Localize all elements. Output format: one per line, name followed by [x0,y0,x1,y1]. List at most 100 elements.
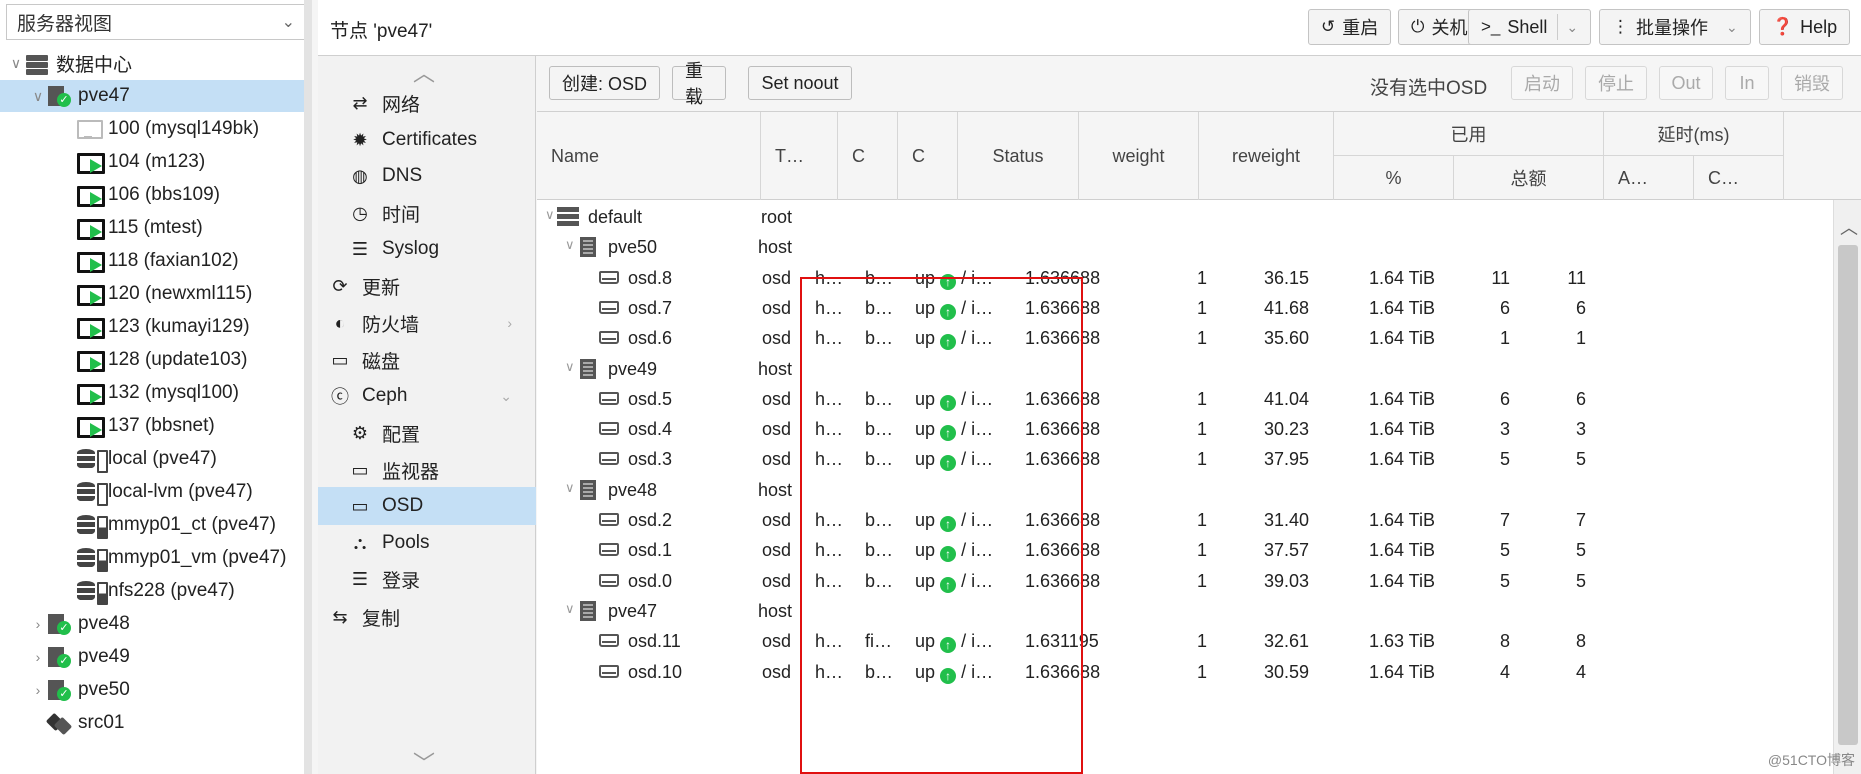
tree-item[interactable]: local (pve47) [0,443,304,475]
status-suffix: / i… [961,570,994,591]
expander-icon[interactable]: ∨ [565,601,575,617]
scroll-up-icon[interactable]: ︿ [1840,214,1858,240]
nav-item[interactable]: ⛬ Pools [318,524,536,562]
chevron-down-icon[interactable]: ⌄ [500,388,512,405]
col-header-used-pct[interactable]: % [1334,156,1454,200]
nav-item[interactable]: ◐ 防火墙 › [318,304,536,342]
out-button[interactable]: Out [1659,66,1713,100]
status-suffix: / i… [961,661,994,682]
row-class2: b… [865,661,894,682]
set-noout-button[interactable]: Set noout [748,66,852,100]
tree-item-label: nfs228 (pve47) [108,580,235,601]
view-selector[interactable]: 服务器视图 ⌄ [6,4,304,40]
table-row[interactable]: osd.10 osd h… b… up ↑ / i… 1.636688 1 30.59 1.64… [537,655,1833,691]
grid-scrollbar[interactable]: ︿ [1833,200,1861,774]
vm-running-icon [76,250,105,273]
destroy-button[interactable]: 销毁 [1781,66,1843,100]
nav-item[interactable]: ◍ DNS [318,157,536,195]
datacenter-icon [24,52,50,75]
list-icon: ☰ [351,238,369,259]
nav-item-label: OSD [382,495,424,516]
expander-icon[interactable]: ∨ [30,88,46,105]
expander-icon[interactable]: ∨ [8,55,24,72]
tree-item[interactable]: local-lvm (pve47) [0,476,304,508]
shell-button[interactable]: >_ Shell ⌄ [1468,9,1592,45]
tree-item[interactable]: › pve49 [0,641,304,673]
nav-item[interactable]: ▭ 监视器 [318,451,536,489]
stop-button[interactable]: 停止 [1585,66,1647,100]
tree-item[interactable]: 104 (m123) [0,146,304,178]
row-used-total: 1.64 TiB [1368,419,1435,440]
row-used-total: 1.64 TiB [1368,297,1435,318]
bulk-actions-button[interactable]: ⋮ 批量操作 ⌄ [1599,9,1751,45]
tree-item[interactable]: ∨ 数据中心 [0,47,304,79]
nav-item[interactable]: ▭ OSD [318,487,536,525]
tree-item[interactable]: 123 (kumayi129) [0,311,304,343]
col-header-reweight[interactable]: reweight [1199,112,1334,200]
chevron-right-icon[interactable]: › [507,315,512,331]
expander-icon[interactable]: › [30,682,46,698]
help-button[interactable]: ❓ Help [1759,9,1851,45]
ellipsis-vertical-icon: ⋮ [1612,17,1629,36]
col-header-used-total[interactable]: 总额 [1454,156,1604,200]
status-text: up [915,631,936,652]
nav-item[interactable]: ⇄ 网络 [318,84,536,122]
expander-icon[interactable]: › [30,616,46,632]
tree-item[interactable]: 115 (mtest) [0,212,304,244]
tree-item[interactable]: › pve48 [0,608,304,640]
tree-item[interactable]: mmyp01_ct (pve47) [0,509,304,541]
row-used-pct: 37.95 [1263,449,1309,470]
nav-item-label: 网络 [382,94,421,116]
col-header-class2[interactable]: C [898,112,958,200]
expander-icon[interactable]: ∨ [565,480,575,496]
chevron-down-icon[interactable]: ⌄ [1557,14,1578,40]
tree-item[interactable]: 137 (bbsnet) [0,410,304,442]
expander-icon[interactable]: ∨ [565,359,575,375]
nav-item[interactable]: ⚙ 配置 [318,414,536,452]
nav-item[interactable]: ✹ Certificates [318,121,536,159]
in-button[interactable]: In [1725,66,1769,100]
tree-item[interactable]: nfs228 (pve47) [0,575,304,607]
disk-icon: ▭ [331,349,349,370]
col-header-type[interactable]: T… [761,112,838,200]
nav-item[interactable]: ☰ 登录 [318,560,536,598]
tree-item[interactable]: mmyp01_vm (pve47) [0,542,304,574]
create-osd-button[interactable]: 创建: OSD [549,66,660,100]
col-header-class[interactable]: C [838,112,898,200]
scrollbar-thumb[interactable] [1838,245,1858,745]
col-header-status[interactable]: Status [958,112,1079,200]
tree-item[interactable]: 120 (newxml115) [0,278,304,310]
tree-item[interactable]: › pve50 [0,674,304,706]
scroll-down-icon[interactable]: ﹀ [413,746,435,774]
reboot-button[interactable]: ↺ 重启 [1308,9,1392,45]
tree-item[interactable]: 118 (faxian102) [0,245,304,277]
tree-item[interactable]: ∨ pve47 [0,80,304,112]
nav-item[interactable]: ⟳ 更新 [318,267,536,305]
nav-item[interactable]: ⇆ 复制 [318,598,536,636]
start-button[interactable]: 启动 [1511,66,1573,100]
col-header-latency-apply[interactable]: A… [1604,156,1694,200]
arrow-up-circle-icon: ↑ [940,273,957,290]
nav-item[interactable]: ☰ Syslog [318,230,536,268]
tree-item[interactable]: 106 (bbs109) [0,179,304,211]
nav-item[interactable]: ◷ 时间 [318,194,536,232]
sitemap-icon: ⛬ [353,532,367,553]
tree-item[interactable]: 132 (mysql100) [0,377,304,409]
col-header-latency-commit[interactable]: C… [1694,156,1784,200]
expander-icon[interactable]: ∨ [545,207,555,223]
expander-icon[interactable]: › [30,649,46,665]
nav-item[interactable]: ▭ 磁盘 [318,341,536,379]
tree-item[interactable]: src01 [0,707,304,739]
expander-icon[interactable]: ∨ [565,237,575,253]
tree-item[interactable]: 100 (mysql149bk) [0,113,304,145]
col-header-name[interactable]: Name [537,112,761,200]
col-header-weight[interactable]: weight [1079,112,1199,200]
nav-item[interactable]: ⓒ Ceph ⌄ [318,377,536,415]
reload-button[interactable]: 重载 [672,61,726,107]
tree-item-label: pve49 [78,646,130,667]
row-latency-apply: 5 [1499,540,1510,561]
disk-icon: ▭ [351,495,369,516]
nav-item-label: 时间 [382,204,421,226]
tree-item[interactable]: 128 (update103) [0,344,304,376]
row-class: h… [815,540,844,561]
